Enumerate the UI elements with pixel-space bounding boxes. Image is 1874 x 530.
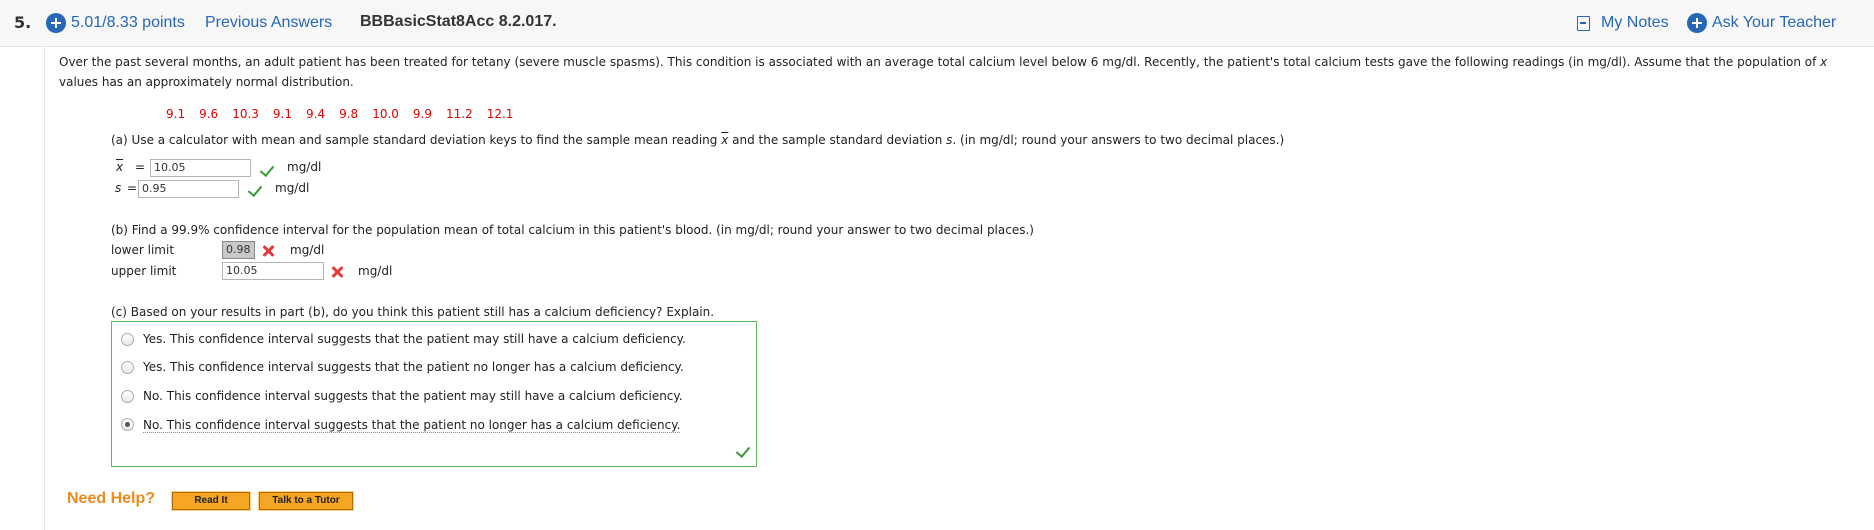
calcium-readings: 9.1 9.6 10.3 9.1 9.4 9.8 10.0 9.9 11.2 12.1	[166, 107, 527, 121]
problem-text: values has an approximately normal distr…	[59, 75, 354, 89]
prompt-text: . (in mg/dl; round your answers to two d…	[952, 133, 1285, 147]
option-label-2[interactable]: Yes. This confidence interval suggests t…	[143, 360, 684, 374]
option-label-3[interactable]: No. This confidence interval suggests th…	[143, 389, 683, 403]
equals-sign: =	[127, 181, 138, 195]
incorrect-x-icon	[330, 265, 344, 279]
unit-label: mg/dl	[290, 243, 325, 257]
problem-text: Over the past several months, an adult p…	[59, 55, 1821, 69]
need-help-label: Need Help?	[67, 490, 156, 507]
option-label-1[interactable]: Yes. This confidence interval suggests t…	[143, 332, 686, 346]
radio-option-1[interactable]	[121, 333, 134, 346]
previous-answers-link[interactable]: Previous Answers	[205, 14, 332, 32]
my-notes-link[interactable]: My Notes	[1601, 14, 1669, 32]
question-header: 5. 5.01/8.33 points Previous Answers BBB…	[0, 0, 1874, 47]
reading-value: 9.9	[412, 107, 432, 121]
upper-limit-input[interactable]: 10.05	[222, 262, 324, 280]
reading-value: 9.1	[166, 107, 186, 121]
ask-your-teacher-link[interactable]: Ask Your Teacher	[1712, 14, 1836, 32]
reading-value: 12.1	[486, 107, 514, 121]
prompt-text: and the sample standard deviation	[728, 133, 947, 147]
reading-value: 9.8	[339, 107, 359, 121]
reading-value: 9.4	[306, 107, 326, 121]
sample-std-input[interactable]: 0.95	[138, 180, 239, 198]
reading-value: 10.0	[372, 107, 399, 121]
sample-mean-input[interactable]: 10.05	[150, 159, 251, 177]
part-c-prompt: (c) Based on your results in part (b), d…	[111, 305, 715, 319]
lower-limit-label: lower limit	[111, 243, 175, 257]
reading-value: 11.2	[446, 107, 473, 121]
reading-value: 9.1	[272, 107, 292, 121]
question-id: BBBasicStat8Acc 8.2.017.	[360, 13, 557, 30]
part-a-prompt: (a) Use a calculator with mean and sampl…	[111, 133, 1284, 147]
part-b-prompt: (b) Find a 99.9% confidence interval for…	[111, 223, 1034, 237]
unit-label: mg/dl	[275, 181, 310, 195]
variable-x: x	[1820, 55, 1828, 69]
equals-sign: =	[135, 160, 146, 174]
talk-to-tutor-button[interactable]: Talk to a Tutor	[258, 491, 354, 511]
s-label: s	[115, 181, 122, 195]
option-label-4[interactable]: No. This confidence interval suggests th…	[143, 418, 681, 433]
question-number: 5.	[14, 13, 32, 32]
read-it-button[interactable]: Read It	[171, 491, 251, 511]
radio-option-4[interactable]	[121, 418, 134, 431]
problem-statement: Over the past several months, an adult p…	[59, 52, 1839, 92]
radio-option-3[interactable]	[121, 390, 134, 403]
unit-label: mg/dl	[358, 264, 393, 278]
reading-value: 9.6	[199, 107, 219, 121]
lower-limit-input[interactable]: 0.98	[222, 241, 255, 259]
xbar-label: x	[116, 160, 124, 174]
plus-circle-icon[interactable]	[1687, 13, 1707, 33]
points-link[interactable]: 5.01/8.33 points	[71, 14, 185, 32]
incorrect-x-icon	[261, 244, 275, 258]
unit-label: mg/dl	[287, 160, 322, 174]
upper-limit-label: upper limit	[111, 264, 177, 278]
reading-value: 10.3	[232, 107, 259, 121]
plus-circle-icon[interactable]	[46, 13, 66, 33]
radio-option-2[interactable]	[121, 361, 134, 374]
prompt-text: (a) Use a calculator with mean and sampl…	[111, 133, 722, 147]
note-icon[interactable]	[1577, 16, 1590, 31]
